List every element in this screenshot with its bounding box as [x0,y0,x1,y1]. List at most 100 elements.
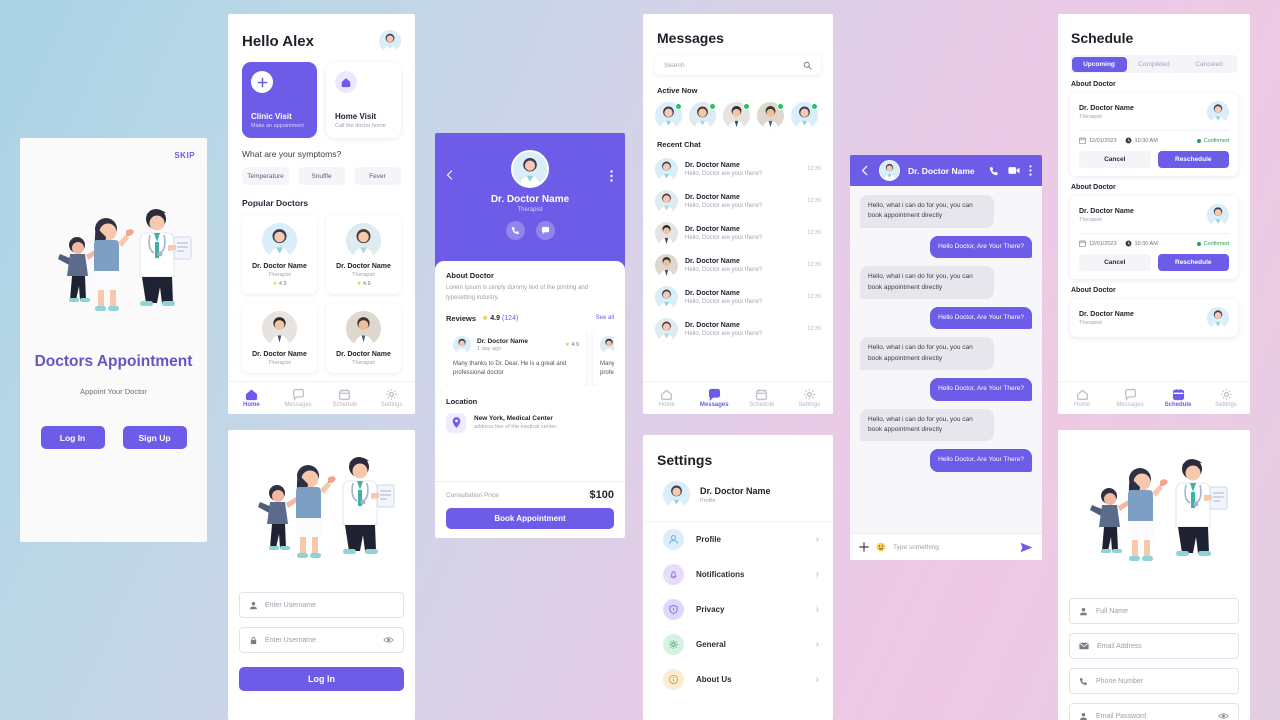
settings-item-about-us[interactable]: About Us › [643,662,833,697]
list-item[interactable]: Dr. Doctor Name Hello, Doctor are your th… [655,249,821,281]
eye-icon[interactable] [1218,712,1229,720]
list-item[interactable]: Dr. Doctor Name Hello, Doctor are your th… [655,281,821,313]
settings-item-notifications[interactable]: Notifications › [643,557,833,592]
doctor-card[interactable]: Dr. Doctor Name Therapist [242,303,317,373]
doctor-card[interactable]: Dr. Doctor Name Therapist [326,303,401,373]
price-value: $100 [589,489,614,501]
video-camera-icon[interactable] [1008,166,1020,175]
clinic-visit-card[interactable]: Clinic Visit Make an appointment [242,62,317,138]
emoji-icon[interactable] [876,542,886,552]
list-item[interactable]: Dr. Doctor Name Hello, Doctor are your th… [655,185,821,217]
visit-subtitle: Make an appointment [251,123,304,129]
home-visit-card[interactable]: Home Visit Call the doctor home [326,62,401,138]
tab-completed[interactable]: Completed [1127,57,1182,72]
message-input-placeholder[interactable]: Type something [893,544,939,551]
tab-canceled[interactable]: Canceled [1182,57,1237,72]
settings-item-label: Profile [696,535,721,544]
fullname-field[interactable]: Full Name [1069,598,1239,624]
chat-name: Dr. Doctor Name [685,225,740,233]
nav-label: Messages [699,402,729,408]
more-options-icon[interactable] [1029,165,1032,176]
search-input[interactable]: Search [655,55,821,75]
phone-field[interactable]: Phone Number [1069,668,1239,694]
symptom-chip[interactable]: Fever [354,167,401,185]
chat-name: Dr. Doctor Name [685,321,740,329]
tab-upcoming[interactable]: Upcoming [1071,56,1127,72]
back-arrow-icon[interactable] [860,165,871,176]
appointment-card[interactable]: Dr. Doctor Name Therapist 12/01/2023 10:3… [1070,93,1238,176]
nav-item-settings[interactable]: Settings [1202,388,1250,408]
active-user[interactable] [655,102,682,129]
call-button[interactable] [505,221,525,240]
eye-icon[interactable] [383,636,394,644]
more-options-icon[interactable] [610,170,613,182]
search-icon[interactable] [803,61,812,70]
symptom-chip[interactable]: Temperature [242,167,289,185]
signup-button[interactable]: Sign Up [122,426,187,449]
chat-button[interactable] [535,221,555,240]
nav-item-schedule[interactable]: Schedule [738,388,786,408]
chevron-right-icon: › [815,604,819,615]
reviews-list[interactable]: Dr. Doctor Name 1 day ago ★ 4.9 Many tha… [446,328,614,386]
login-button[interactable]: Log In [239,667,404,691]
doctor-card[interactable]: Dr. Doctor Name Therapist ★ 4.9 [242,215,317,294]
nav-item-messages[interactable]: Messages [1106,388,1154,408]
password-field[interactable]: Email Password [1069,703,1239,720]
bottom-nav: Home Messages Schedule Settings [1058,381,1250,414]
reschedule-button[interactable]: Reschedule [1157,151,1229,168]
phone-icon[interactable] [989,166,999,176]
appointment-card[interactable]: Dr. Doctor Name Therapist 12/01/2023 10:3… [1070,196,1238,279]
profile-header[interactable]: Dr. Doctor Name Profile [643,468,833,522]
family-doctor-illustration [258,457,395,558]
back-arrow-icon[interactable] [445,170,455,180]
book-appointment-button[interactable]: Book Appointment [446,508,614,529]
nav-item-messages[interactable]: Messages [275,388,322,408]
screen-home: Hello Alex Clinic Visit Make an appointm… [228,14,415,414]
cancel-button[interactable]: Cancel [1079,254,1151,271]
active-user[interactable] [791,102,818,129]
symptom-chips: Temperature Snuffle Fever [228,159,415,185]
screen-schedule: Schedule Upcoming Completed Canceled Abo… [1058,14,1250,414]
skip-button[interactable]: SKIP [174,151,195,160]
settings-item-profile[interactable]: Profile › [643,522,833,557]
password-field[interactable]: Enter Username [239,627,404,653]
email-field[interactable]: Email Address [1069,633,1239,659]
nav-item-home[interactable]: Home [228,388,275,408]
doctor-card[interactable]: Dr. Doctor Name Therapist ★ 4.9 [326,215,401,294]
reschedule-button[interactable]: Reschedule [1157,254,1229,271]
nav-item-settings[interactable]: Settings [368,388,415,408]
plus-icon [251,71,273,93]
cancel-button[interactable]: Cancel [1079,151,1151,168]
list-item[interactable]: Dr. Doctor Name Hello, Doctor are your th… [655,313,821,345]
settings-item-privacy[interactable]: Privacy › [643,592,833,627]
about-text: Lorem Ipsum is simply dummy text of the … [446,285,589,301]
symptom-chip[interactable]: Snuffle [298,167,345,185]
appointment-card[interactable]: Dr. Doctor Name Therapist [1070,299,1238,337]
nav-item-messages[interactable]: Messages [691,388,739,408]
doctor-role: Therapist [1079,319,1102,326]
username-field[interactable]: Enter Username [239,592,404,618]
see-all-link[interactable]: See all [596,315,614,321]
review-rating: ★ 4.9 [564,341,579,348]
status-dot [1196,241,1201,246]
send-icon[interactable] [1020,542,1033,553]
nav-item-home[interactable]: Home [643,388,691,408]
nav-item-home[interactable]: Home [1058,388,1106,408]
plus-icon[interactable] [859,542,869,552]
message-bubble: Hello Doctor, Are Your There? [930,449,1032,472]
list-item[interactable]: Dr. Doctor Name Hello, Doctor are your th… [655,153,821,185]
settings-item-general[interactable]: General › [643,627,833,662]
chat-preview: Hello, Doctor are your there? [685,234,763,241]
screen-settings: Settings Dr. Doctor Name Profile Profile… [643,435,833,720]
active-user[interactable] [689,102,716,129]
doctor-avatar [346,311,381,346]
login-button[interactable]: Log In [40,426,105,449]
doctor-name: Dr. Doctor Name [336,351,391,358]
active-user[interactable] [723,102,750,129]
avatar[interactable] [379,30,401,52]
nav-item-settings[interactable]: Settings [786,388,834,408]
list-item[interactable]: Dr. Doctor Name Hello, Doctor are your th… [655,217,821,249]
nav-item-schedule[interactable]: Schedule [322,388,369,408]
active-user[interactable] [757,102,784,129]
nav-item-schedule[interactable]: Schedule [1154,388,1202,408]
